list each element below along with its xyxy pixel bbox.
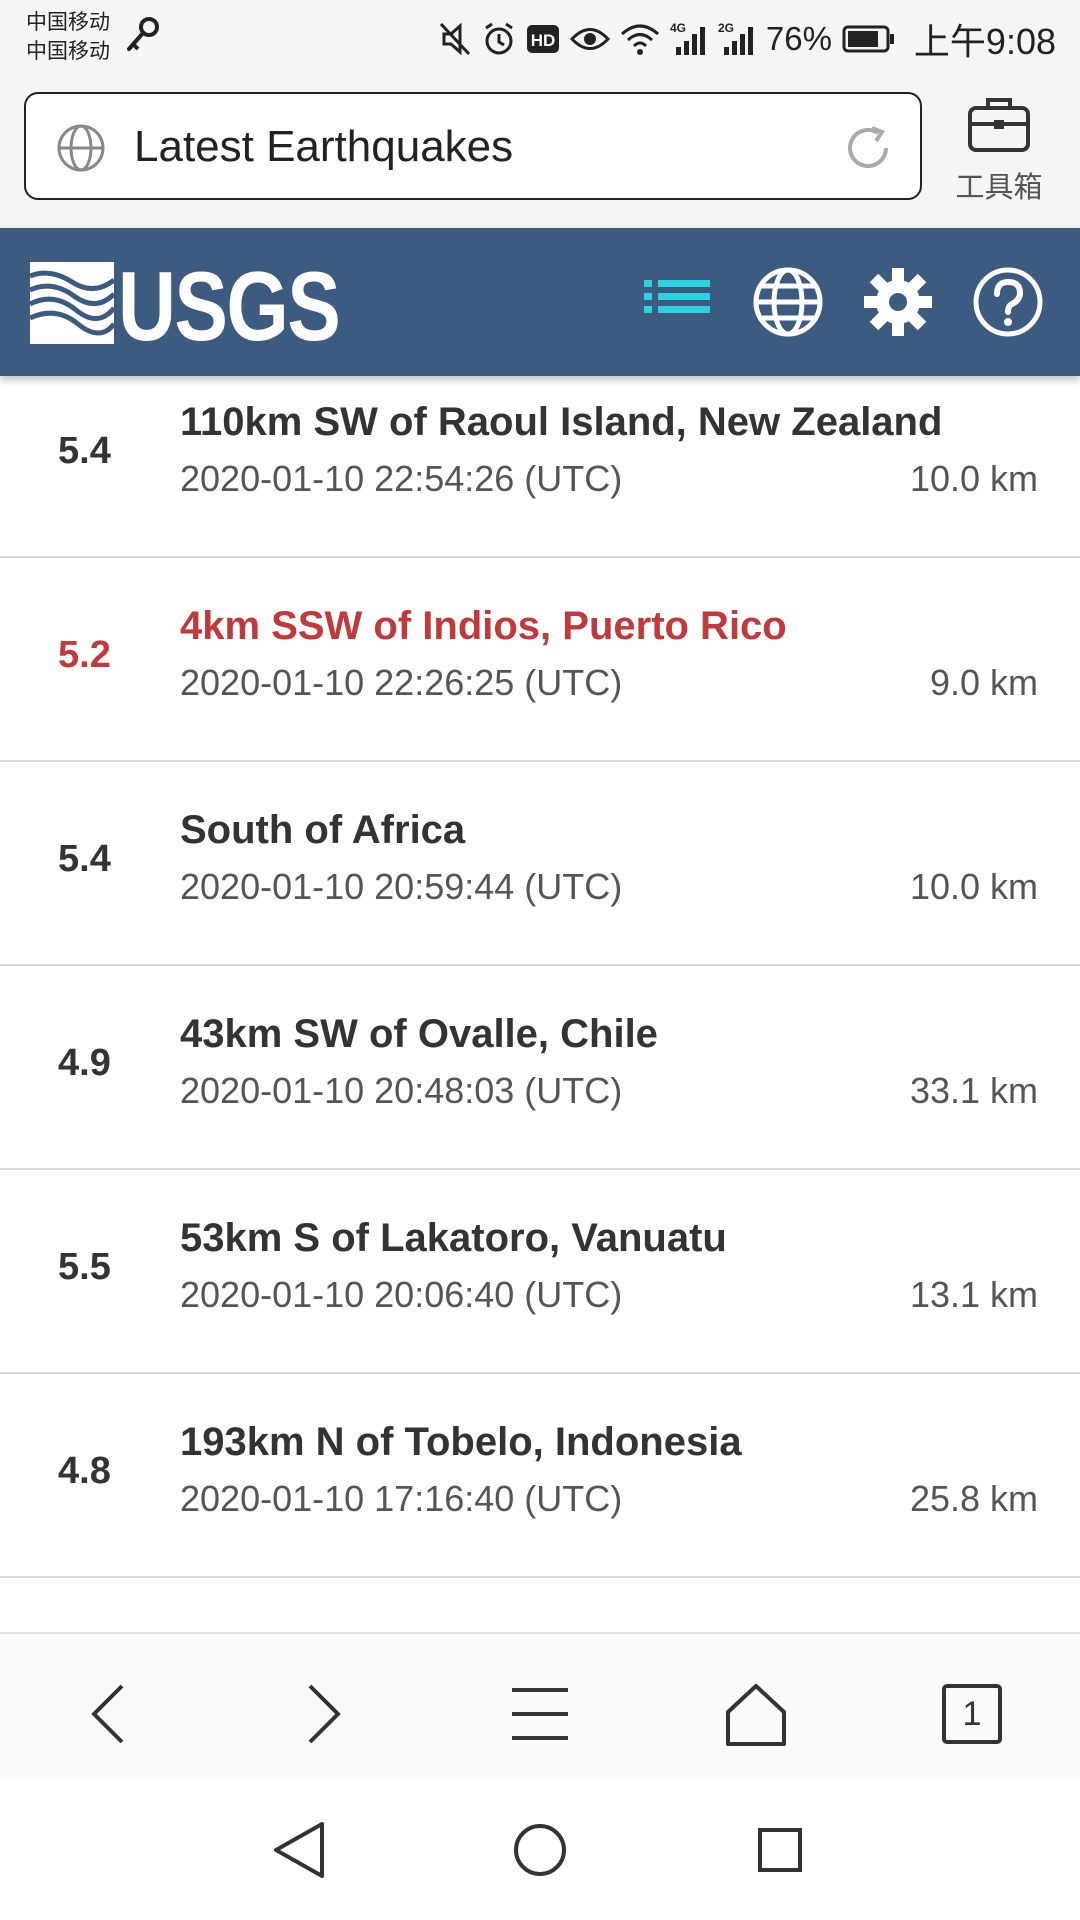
battery-icon (842, 25, 894, 53)
toolbox-button[interactable]: 工具箱 (944, 92, 1054, 204)
eq-place: 53km S of Lakatoro, Vanuatu (180, 1216, 727, 1260)
eq-place: 43km SW of Ovalle, Chile (180, 1012, 658, 1056)
hd-icon: HD (526, 25, 559, 53)
eq-time: 2020-01-10 20:06:40 (UTC) (180, 1274, 623, 1315)
earthquake-list[interactable]: 5.4 110km SW of Raoul Island, New Zealan… (0, 376, 1080, 1632)
eq-magnitude: 5.4 (58, 838, 111, 880)
eq-magnitude: 4.8 (58, 1450, 111, 1492)
carrier-labels: 中国移动 中国移动 (26, 8, 110, 66)
reload-icon[interactable] (842, 122, 894, 174)
carrier-1: 中国移动 (26, 11, 110, 34)
system-recents-icon[interactable] (748, 1818, 812, 1882)
status-time: 上午9:08 (913, 21, 1056, 62)
browser-toolbar: Latest Earthquakes 工具箱 (0, 78, 1080, 228)
toolbox-icon (968, 98, 1030, 152)
carrier-2: 中国移动 (26, 40, 110, 63)
home-button[interactable] (716, 1674, 796, 1754)
system-back-icon[interactable] (268, 1818, 332, 1882)
eq-place: 110km SW of Raoul Island, New Zealand (180, 400, 943, 444)
system-nav-bar (0, 1780, 1080, 1920)
mute-icon (439, 22, 470, 56)
eq-depth: 10.0 km (909, 866, 1038, 907)
address-bar[interactable]: Latest Earthquakes (24, 92, 922, 200)
eq-depth: 9.0 km (929, 662, 1038, 703)
earthquake-row[interactable]: 5.4 South of Africa 2020-01-10 20:59:44 … (0, 762, 1080, 966)
back-button[interactable] (68, 1674, 148, 1754)
gear-icon[interactable] (862, 266, 934, 338)
eq-depth: 25.8 km (909, 1478, 1038, 1519)
tabs-icon: 1 (942, 1684, 1002, 1744)
hd-badge-text: HD (531, 31, 556, 50)
help-icon[interactable] (972, 266, 1044, 338)
eq-time: 2020-01-10 22:26:25 (UTC) (180, 662, 623, 703)
key-icon (127, 17, 159, 51)
net-2-label: 2G (718, 21, 734, 35)
battery-percent: 76% (765, 20, 832, 57)
status-bar: 中国移动 中国移动 HD 4G 2G 76% 上午9:08 (0, 0, 1080, 78)
eq-magnitude: 4.9 (58, 1042, 111, 1084)
tabs-button[interactable]: 1 (932, 1674, 1012, 1754)
wifi-icon (620, 24, 659, 55)
eq-depth: 10.0 km (909, 458, 1038, 499)
eq-time: 2020-01-10 20:48:03 (UTC) (180, 1070, 623, 1111)
eq-magnitude: 5.4 (58, 430, 111, 472)
signal-4g-icon: 4G (670, 21, 705, 55)
chevron-left-icon (91, 1684, 124, 1744)
usgs-header: USGS (0, 228, 1080, 376)
eq-time: 2020-01-10 22:54:26 (UTC) (180, 458, 623, 499)
eq-time: 2020-01-10 20:59:44 (UTC) (180, 866, 623, 907)
earthquake-row[interactable]: 5.5 53km S of Lakatoro, Vanuatu 2020-01-… (0, 1170, 1080, 1374)
status-icons: HD 4G 2G 76% 上午9:08 (438, 14, 1056, 64)
signal-2g-icon: 2G (718, 21, 753, 55)
eye-icon (569, 28, 610, 50)
eq-depth: 33.1 km (909, 1070, 1038, 1111)
home-icon (726, 1684, 786, 1746)
eq-place: 193km N of Tobelo, Indonesia (180, 1420, 742, 1464)
eq-magnitude: 5.5 (58, 1246, 111, 1288)
tab-count: 1 (962, 1695, 982, 1733)
forward-button[interactable] (284, 1674, 364, 1754)
page-title: Latest Earthquakes (134, 122, 514, 171)
alarm-icon (485, 22, 513, 55)
earthquake-row[interactable]: 5.4 110km SW of Raoul Island, New Zealan… (0, 376, 1080, 558)
globe-icon[interactable] (752, 266, 824, 338)
chevron-right-icon (308, 1684, 341, 1744)
usgs-logo-text: USGS (118, 251, 341, 361)
hamburger-icon (512, 1688, 568, 1740)
eq-magnitude: 5.2 (58, 634, 111, 676)
earthquake-row[interactable]: 4.8 193km N of Tobelo, Indonesia 2020-01… (0, 1374, 1080, 1578)
eq-place: South of Africa (180, 808, 466, 852)
eq-time: 2020-01-10 17:16:40 (UTC) (180, 1478, 623, 1519)
browser-bottom-nav: 1 (0, 1632, 1080, 1780)
list-icon[interactable] (644, 276, 710, 326)
earthquake-row[interactable]: 4.9 43km SW of Ovalle, Chile 2020-01-10 … (0, 966, 1080, 1170)
net-1-label: 4G (670, 21, 686, 35)
eq-depth: 13.1 km (909, 1274, 1038, 1315)
menu-button[interactable] (500, 1674, 580, 1754)
system-home-icon[interactable] (508, 1818, 572, 1882)
earthquake-row-selected[interactable]: 5.2 4km SSW of Indios, Puerto Rico 2020-… (0, 558, 1080, 762)
toolbox-label: 工具箱 (955, 172, 1043, 204)
usgs-wave-logo[interactable] (30, 262, 114, 344)
globe-icon (57, 124, 105, 172)
eq-place: 4km SSW of Indios, Puerto Rico (180, 604, 787, 648)
